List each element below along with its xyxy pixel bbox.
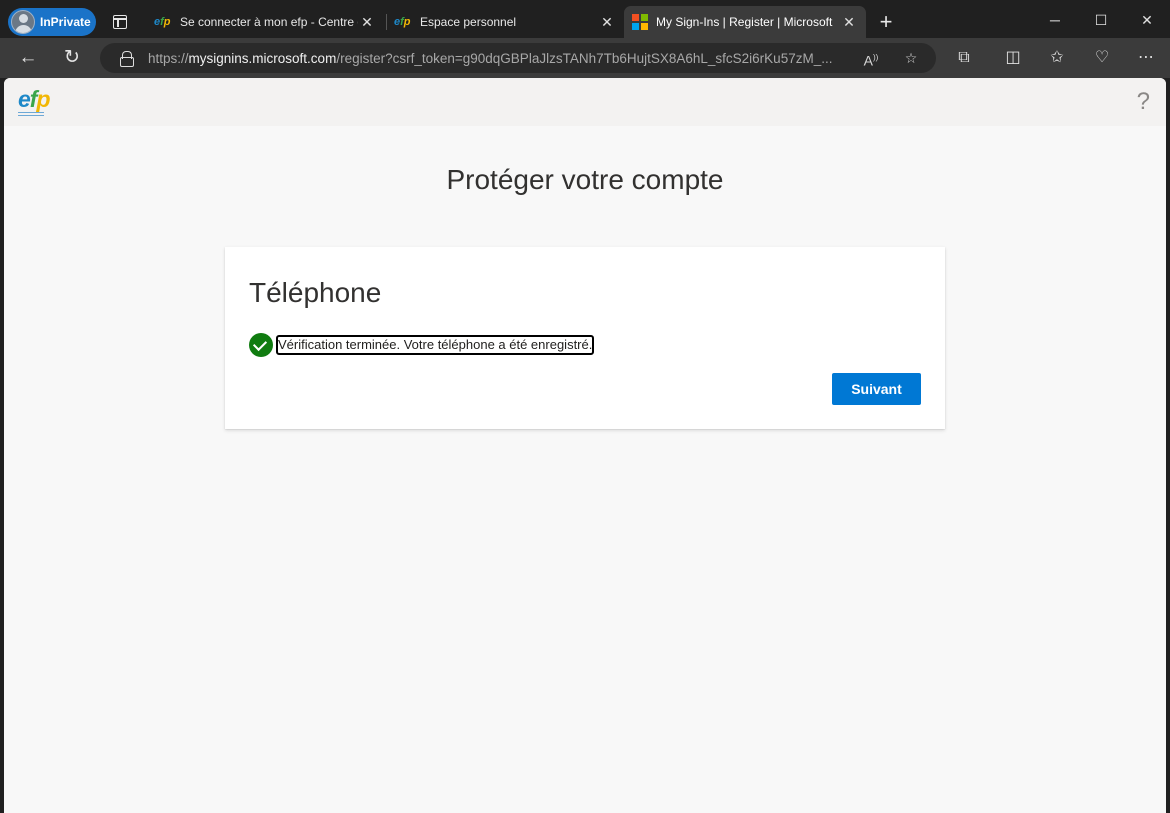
tab-title: Se connecter à mon efp - Centre d bbox=[180, 15, 358, 29]
browser-toolbar: ← ↻ https://mysignins.microsoft.com/regi… bbox=[0, 38, 1170, 78]
page-header: efp ? bbox=[4, 78, 1166, 126]
tab-my-sign-ins[interactable]: My Sign-Ins | Register | Microsoft ✕ bbox=[624, 6, 866, 38]
page-title: Protéger votre compte bbox=[446, 164, 724, 195]
card-heading: Téléphone bbox=[249, 277, 382, 308]
extensions-icon[interactable]: ⧉ bbox=[952, 46, 976, 70]
profile-avatar-icon bbox=[11, 10, 35, 34]
split-screen-icon[interactable]: ◫ bbox=[1001, 46, 1025, 70]
page-viewport: efp ? Protéger votre compte Téléphone Vé… bbox=[4, 78, 1166, 813]
efp-logo-icon: efp bbox=[18, 86, 51, 112]
url-text[interactable]: https://mysignins.microsoft.com/register… bbox=[148, 51, 848, 66]
url-host: mysignins.microsoft.com bbox=[188, 50, 337, 66]
efp-logo-tagline bbox=[18, 112, 44, 116]
lock-icon[interactable] bbox=[120, 51, 134, 67]
close-tab-icon[interactable]: ✕ bbox=[358, 13, 376, 31]
next-button[interactable]: Suivant bbox=[832, 373, 921, 405]
read-aloud-icon[interactable]: A)) bbox=[860, 47, 882, 69]
tab-efp-login[interactable]: efp Se connecter à mon efp - Centre d ✕ bbox=[146, 6, 384, 38]
refresh-button[interactable]: ↻ bbox=[58, 44, 86, 72]
browser-tab-strip: InPrivate efp Se connecter à mon efp - C… bbox=[0, 0, 1170, 40]
address-bar[interactable]: https://mysignins.microsoft.com/register… bbox=[100, 43, 936, 73]
status-message: Vérification terminée. Votre téléphone a… bbox=[276, 335, 595, 355]
registration-card: Téléphone Vérification terminée. Votre t… bbox=[225, 247, 945, 429]
microsoft-logo-icon bbox=[632, 14, 648, 30]
verification-status: Vérification terminée. Votre téléphone a… bbox=[249, 333, 595, 357]
close-tab-icon[interactable]: ✕ bbox=[598, 13, 616, 31]
favorites-icon[interactable]: ✩ bbox=[1045, 46, 1069, 70]
help-icon[interactable]: ? bbox=[1137, 88, 1150, 116]
url-scheme: https:// bbox=[148, 50, 189, 66]
back-button[interactable]: ← bbox=[14, 44, 42, 72]
settings-more-icon[interactable]: ⋯ bbox=[1134, 46, 1158, 70]
tab-espace-personnel[interactable]: efp Espace personnel ✕ bbox=[386, 6, 624, 38]
efp-logo: efp bbox=[18, 87, 62, 121]
efp-favicon-icon: efp bbox=[394, 16, 411, 28]
close-window-button[interactable]: ✕ bbox=[1124, 6, 1170, 34]
inprivate-label: InPrivate bbox=[40, 15, 91, 29]
inprivate-badge[interactable]: InPrivate bbox=[8, 8, 96, 36]
tab-actions-menu-button[interactable] bbox=[108, 10, 132, 34]
url-path: /register?csrf_token=g90dqGBPlaJlzsTANh7… bbox=[336, 50, 833, 66]
new-tab-button[interactable]: + bbox=[874, 8, 898, 36]
tab-title: My Sign-Ins | Register | Microsoft bbox=[656, 15, 833, 29]
minimize-window-button[interactable]: ─ bbox=[1032, 6, 1078, 34]
favorite-star-icon[interactable]: ☆ bbox=[900, 47, 922, 69]
success-check-icon bbox=[249, 333, 273, 357]
efp-favicon-icon: efp bbox=[154, 16, 171, 28]
tab-title: Espace personnel bbox=[420, 15, 517, 29]
browser-essentials-icon[interactable]: ♡ bbox=[1090, 46, 1114, 70]
close-tab-icon[interactable]: ✕ bbox=[840, 13, 858, 31]
tab-actions-icon bbox=[113, 15, 127, 29]
maximize-window-button[interactable]: ☐ bbox=[1078, 6, 1124, 34]
